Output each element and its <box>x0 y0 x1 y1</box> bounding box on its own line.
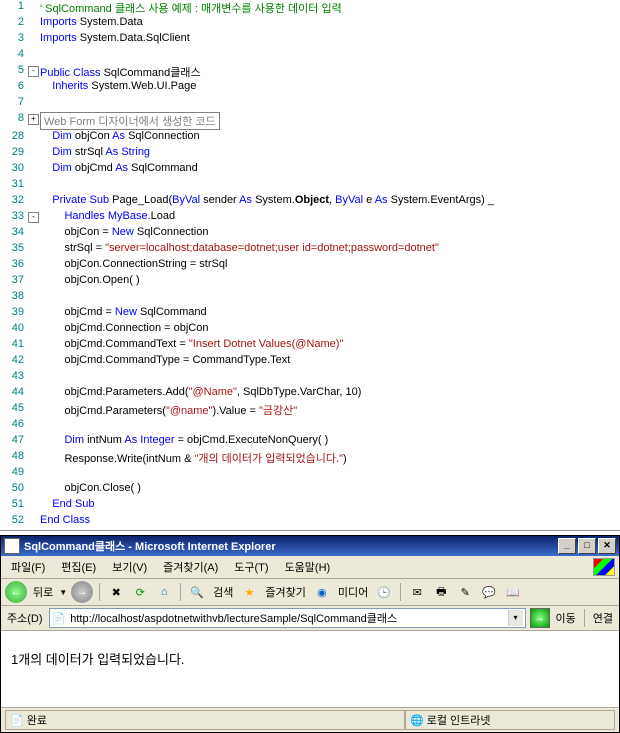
search-label[interactable]: 검색 <box>211 584 235 600</box>
address-bar: 주소(D) 📄 ▾ → 이동 연결 <box>1 606 619 631</box>
status-bar: 📄완료 🌐로컬 인트라넷 <box>1 707 619 732</box>
close-button[interactable]: ✕ <box>598 538 616 554</box>
title-bar: SqlCommand클래스 - Microsoft Internet Explo… <box>1 536 619 556</box>
address-label: 주소(D) <box>5 610 45 626</box>
links-label[interactable]: 연결 <box>591 610 615 626</box>
address-input[interactable] <box>68 611 504 625</box>
menu-favorites[interactable]: 즐겨찾기(A) <box>157 558 224 576</box>
edit-button[interactable]: ✎ <box>455 582 475 602</box>
mail-button[interactable]: ✉ <box>407 582 427 602</box>
ie-icon <box>4 538 20 554</box>
back-button[interactable]: ← <box>5 581 27 603</box>
address-dropdown[interactable]: ▾ <box>508 610 523 626</box>
favorites-icon[interactable]: ★ <box>239 582 259 602</box>
menu-help[interactable]: 도움말(H) <box>279 558 337 576</box>
search-icon[interactable]: 🔍 <box>187 582 207 602</box>
menu-bar: 파일(F) 편집(E) 보기(V) 즐겨찾기(A) 도구(T) 도움말(H) <box>1 556 619 579</box>
done-icon: 📄 <box>10 714 24 727</box>
refresh-button[interactable]: ⟳ <box>130 582 150 602</box>
code-editor: 1 ' SqlCommand 클래스 사용 예제 : 매개변수를 사용한 데이터 … <box>0 0 620 531</box>
address-input-wrapper[interactable]: 📄 ▾ <box>49 608 526 628</box>
forward-button[interactable]: → <box>71 581 93 603</box>
browser-window: SqlCommand클래스 - Microsoft Internet Explo… <box>0 535 620 733</box>
collapsed-region[interactable]: Web Form 디자이너에서 생성한 코드 <box>40 112 220 130</box>
go-label[interactable]: 이동 <box>554 610 578 626</box>
media-icon[interactable]: ◉ <box>312 582 332 602</box>
line-number: 1 <box>0 0 28 16</box>
window-title: SqlCommand클래스 - Microsoft Internet Explo… <box>24 538 276 554</box>
status-text: 완료 <box>27 712 47 728</box>
menu-tools[interactable]: 도구(T) <box>228 558 274 576</box>
zone-text: 로컬 인트라넷 <box>427 712 491 728</box>
minimize-button[interactable]: _ <box>558 538 576 554</box>
print-button[interactable]: 🖶 <box>431 582 451 602</box>
page-icon: 📄 <box>52 612 66 625</box>
stop-button[interactable]: ✖ <box>106 582 126 602</box>
history-button[interactable]: 🕒 <box>374 582 394 602</box>
discuss-button[interactable]: 💬 <box>479 582 499 602</box>
toolbar: ← 뒤로▼ → ✖ ⟳ ⌂ 🔍검색 ★즐겨찾기 ◉미디어 🕒 ✉ 🖶 ✎ 💬 📖 <box>1 579 619 606</box>
research-button[interactable]: 📖 <box>503 582 523 602</box>
windows-flag-icon <box>593 558 615 576</box>
maximize-button[interactable]: □ <box>578 538 596 554</box>
media-label[interactable]: 미디어 <box>336 584 370 600</box>
go-button[interactable]: → <box>530 608 550 628</box>
fold-plus-icon[interactable]: + <box>28 114 39 125</box>
fold-minus-icon[interactable]: - <box>28 212 39 223</box>
home-button[interactable]: ⌂ <box>154 582 174 602</box>
fold-minus-icon[interactable]: - <box>28 66 39 77</box>
menu-file[interactable]: 파일(F) <box>5 558 51 576</box>
zone-icon: 🌐 <box>410 714 424 727</box>
menu-edit[interactable]: 편집(E) <box>55 558 102 576</box>
code-comment: ' SqlCommand 클래스 사용 예제 : 매개변수를 사용한 데이터 입… <box>40 3 342 15</box>
page-content: 1개의 데이터가 입력되었습니다. <box>1 631 619 707</box>
favorites-label[interactable]: 즐겨찾기 <box>263 584 307 600</box>
menu-view[interactable]: 보기(V) <box>106 558 153 576</box>
back-label[interactable]: 뒤로 <box>31 584 55 600</box>
